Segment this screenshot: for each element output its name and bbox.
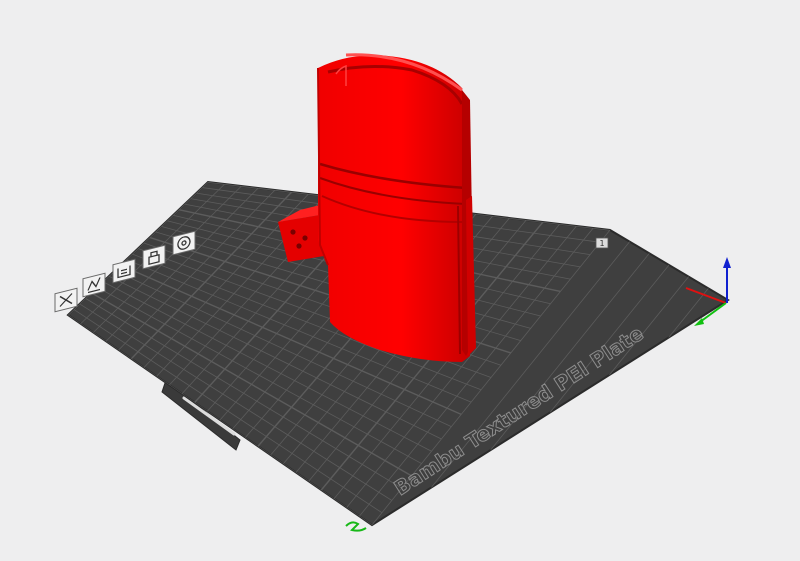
mount-hole [302, 235, 308, 241]
model-shell-body [318, 55, 470, 362]
mount-hole [290, 229, 296, 235]
z-axis-arrow [723, 257, 731, 268]
origin-marker-icon [345, 521, 367, 532]
plate-number-text: 1 [599, 239, 604, 248]
mount-hole [296, 243, 302, 249]
